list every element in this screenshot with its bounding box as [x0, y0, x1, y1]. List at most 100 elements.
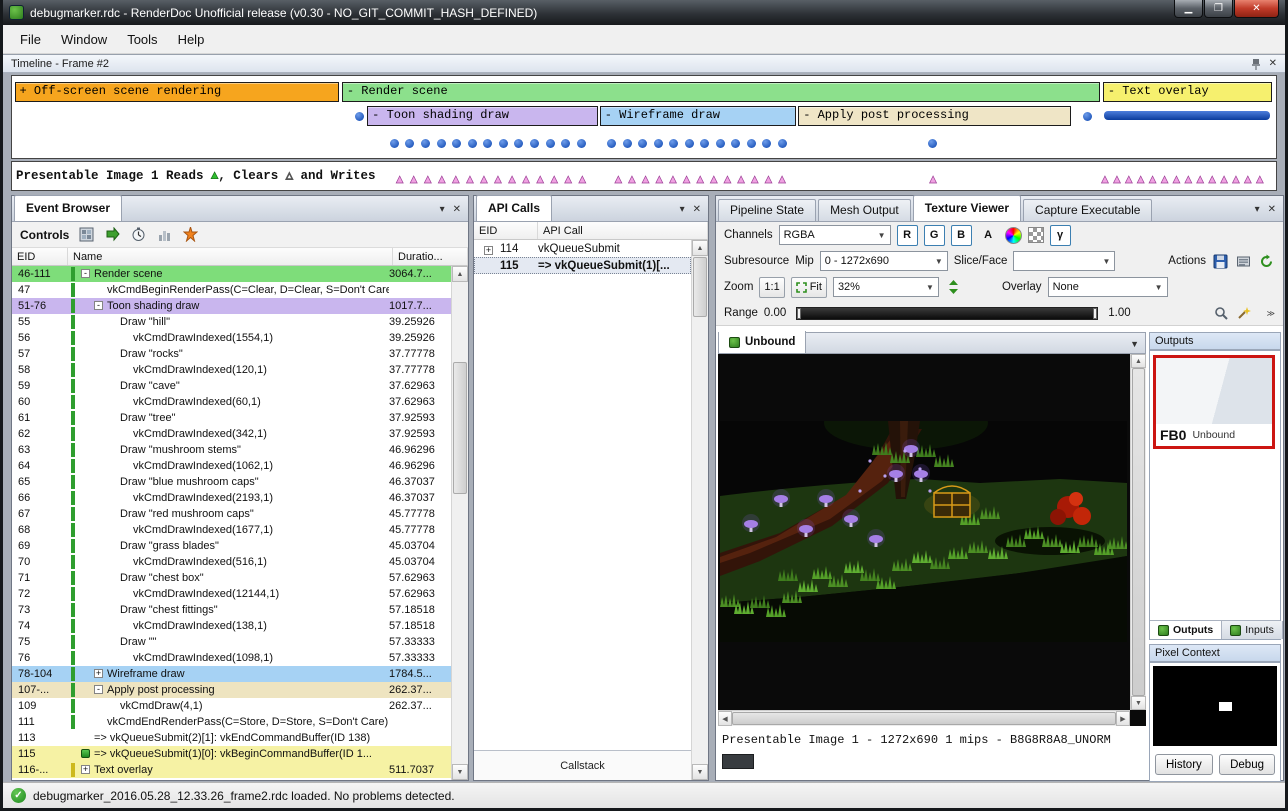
channels-select[interactable]: RGBA▼	[779, 225, 891, 245]
timeline-block[interactable]: - Apply post processing	[798, 106, 1071, 126]
event-row[interactable]: 71Draw "chest box"57.62963	[12, 570, 451, 586]
event-row[interactable]: 109vkCmdDraw(4,1)262.37...	[12, 698, 451, 714]
event-row[interactable]: 59Draw "cave"37.62963	[12, 378, 451, 394]
column-api-call[interactable]: API Call	[538, 222, 708, 239]
tab-capture-executable[interactable]: Capture Executable	[1023, 199, 1152, 221]
event-row[interactable]: 107-...-Apply post processing262.37...	[12, 682, 451, 698]
tab-inputs[interactable]: Inputs	[1222, 621, 1283, 639]
dock-dropdown-icon[interactable]: ▾	[680, 204, 685, 215]
column-duration[interactable]: Duratio...	[393, 248, 468, 265]
timeline-draw-markers[interactable]	[390, 138, 586, 148]
event-row[interactable]: 73Draw "chest fittings"57.18518	[12, 602, 451, 618]
event-row[interactable]: 57Draw "rocks"37.77778	[12, 346, 451, 362]
tab-unbound[interactable]: Unbound	[719, 331, 806, 353]
tree-expander-icon[interactable]: +	[94, 669, 103, 678]
mip-select[interactable]: 0 - 1272x690▼	[820, 251, 948, 271]
menu-tools[interactable]: Tools	[118, 29, 166, 50]
save-texture-icon[interactable]	[1212, 253, 1229, 270]
api-call-row[interactable]: +114vkQueueSubmit	[474, 240, 691, 257]
pin-icon[interactable]	[1251, 58, 1261, 70]
column-eid[interactable]: EID	[12, 248, 68, 265]
dock-close-icon[interactable]: ✕	[1268, 204, 1276, 215]
timeline-draw-bar[interactable]	[1104, 111, 1270, 120]
checkerboard-background-icon[interactable]	[1028, 227, 1044, 243]
event-row[interactable]: 64vkCmdDrawIndexed(1062,1)46.96296	[12, 458, 451, 474]
zoom-fit-button[interactable]: Fit	[791, 277, 827, 298]
tree-expander-icon[interactable]: +	[484, 246, 493, 255]
channel-alpha-button[interactable]: A	[978, 225, 999, 246]
dock-close-icon[interactable]: ✕	[693, 204, 701, 215]
event-row[interactable]: 66vkCmdDrawIndexed(2193,1)46.37037	[12, 490, 451, 506]
event-row[interactable]: 69Draw "grass blades"45.03704	[12, 538, 451, 554]
event-row[interactable]: 72vkCmdDrawIndexed(12144,1)57.62963	[12, 586, 451, 602]
timeline-block[interactable]: - Render scene	[342, 82, 1100, 102]
dock-close-icon[interactable]: ✕	[453, 204, 461, 215]
time-draws-icon[interactable]	[130, 226, 147, 243]
zoom-range-icon[interactable]	[1213, 305, 1230, 322]
event-row[interactable]: 47vkCmdBeginRenderPass(C=Clear, D=Clear,…	[12, 282, 451, 298]
timeline-block[interactable]: - Wireframe draw	[600, 106, 796, 126]
dock-dropdown-icon[interactable]: ▾	[440, 204, 445, 215]
texture-tab-dropdown-icon[interactable]: ▼	[1130, 339, 1145, 353]
timeline-block[interactable]: - Toon shading draw	[367, 106, 598, 126]
find-event-icon[interactable]	[78, 226, 95, 243]
maximize-button[interactable]: ❐	[1204, 0, 1233, 18]
timeline-draw-markers[interactable]	[1083, 111, 1093, 121]
event-row[interactable]: 58vkCmdDrawIndexed(120,1)37.77778	[12, 362, 451, 378]
minimize-button[interactable]: ▁	[1174, 0, 1203, 18]
custom-shader-icon[interactable]	[1005, 227, 1022, 244]
tab-api-calls[interactable]: API Calls	[476, 195, 552, 221]
channel-blue-button[interactable]: B	[951, 225, 972, 246]
texture-horizontal-scrollbar[interactable]: ◀ ▶	[718, 710, 1130, 726]
menu-window[interactable]: Window	[52, 29, 116, 50]
slice-face-select[interactable]: ▼	[1013, 251, 1115, 271]
event-row[interactable]: 116-...+Text overlay511.7037	[12, 762, 451, 778]
event-row[interactable]: 75Draw ""57.33333	[12, 634, 451, 650]
zoom-one-to-one-button[interactable]: 1:1	[759, 277, 784, 298]
timeline-block[interactable]: - Text overlay	[1103, 82, 1272, 102]
debug-button[interactable]: Debug	[1219, 754, 1275, 775]
tab-texture-viewer[interactable]: Texture Viewer	[913, 195, 1021, 221]
event-row[interactable]: 115=> vkQueueSubmit(1)[0]: vkBeginComman…	[12, 746, 451, 762]
event-row[interactable]: 62vkCmdDrawIndexed(342,1)37.92593	[12, 426, 451, 442]
event-row[interactable]: 67Draw "red mushroom caps"45.77778	[12, 506, 451, 522]
tree-expander-icon[interactable]: -	[81, 269, 90, 278]
scroll-down-icon[interactable]: ▼	[692, 764, 708, 780]
event-row[interactable]: 61Draw "tree"37.92593	[12, 410, 451, 426]
event-row[interactable]: 76vkCmdDrawIndexed(1098,1)57.33333	[12, 650, 451, 666]
write-markers[interactable]: ▲▲▲▲▲▲▲▲▲▲▲▲▲▲	[1099, 173, 1266, 185]
tab-event-browser[interactable]: Event Browser	[14, 195, 122, 221]
open-texture-list-icon[interactable]	[1235, 253, 1252, 270]
refresh-icon[interactable]	[1258, 253, 1275, 270]
scroll-up-icon[interactable]: ▲	[692, 240, 708, 256]
timeline-draw-markers[interactable]	[355, 111, 365, 121]
event-row[interactable]: 60vkCmdDrawIndexed(60,1)37.62963	[12, 394, 451, 410]
range-slider[interactable]	[796, 307, 1098, 320]
timeline-block[interactable]: + Off-screen scene rendering	[15, 82, 340, 102]
close-button[interactable]: ✕	[1234, 0, 1279, 18]
event-row[interactable]: 56vkCmdDrawIndexed(1554,1)39.25926	[12, 330, 451, 346]
range-black-handle[interactable]	[797, 308, 801, 319]
event-row[interactable]: 63Draw "mushroom stems"46.96296	[12, 442, 451, 458]
tree-expander-icon[interactable]: -	[94, 301, 103, 310]
write-markers[interactable]: ▲▲▲▲▲▲▲▲▲▲▲▲▲▲	[394, 173, 589, 185]
menu-file[interactable]: File	[11, 29, 50, 50]
tab-mesh-output[interactable]: Mesh Output	[818, 199, 911, 221]
event-row[interactable]: 55Draw "hill"39.25926	[12, 314, 451, 330]
scroll-up-icon[interactable]: ▲	[1131, 354, 1146, 368]
event-row[interactable]: 46-111-Render scene3064.7...	[12, 266, 451, 282]
event-row[interactable]: 51-76-Toon shading draw1017.7...	[12, 298, 451, 314]
scroll-down-icon[interactable]: ▼	[452, 764, 468, 780]
flip-y-icon[interactable]	[945, 279, 962, 296]
timeline-close-icon[interactable]: ✕	[1269, 58, 1277, 69]
fb0-thumbnail[interactable]: FB0 Unbound	[1153, 355, 1275, 449]
timeline-draw-markers[interactable]	[607, 138, 786, 148]
tree-expander-icon[interactable]: -	[94, 685, 103, 694]
event-row[interactable]: 111vkCmdEndRenderPass(C=Store, D=Store, …	[12, 714, 451, 730]
autofit-wand-icon[interactable]	[1236, 305, 1253, 322]
event-row[interactable]: 68vkCmdDrawIndexed(1677,1)45.77778	[12, 522, 451, 538]
range-min-value[interactable]: 0.00	[764, 307, 786, 319]
texture-vertical-scrollbar[interactable]: ▲ ▼	[1130, 354, 1146, 710]
column-eid[interactable]: EID	[474, 222, 538, 239]
bookmark-icon[interactable]	[182, 226, 199, 243]
